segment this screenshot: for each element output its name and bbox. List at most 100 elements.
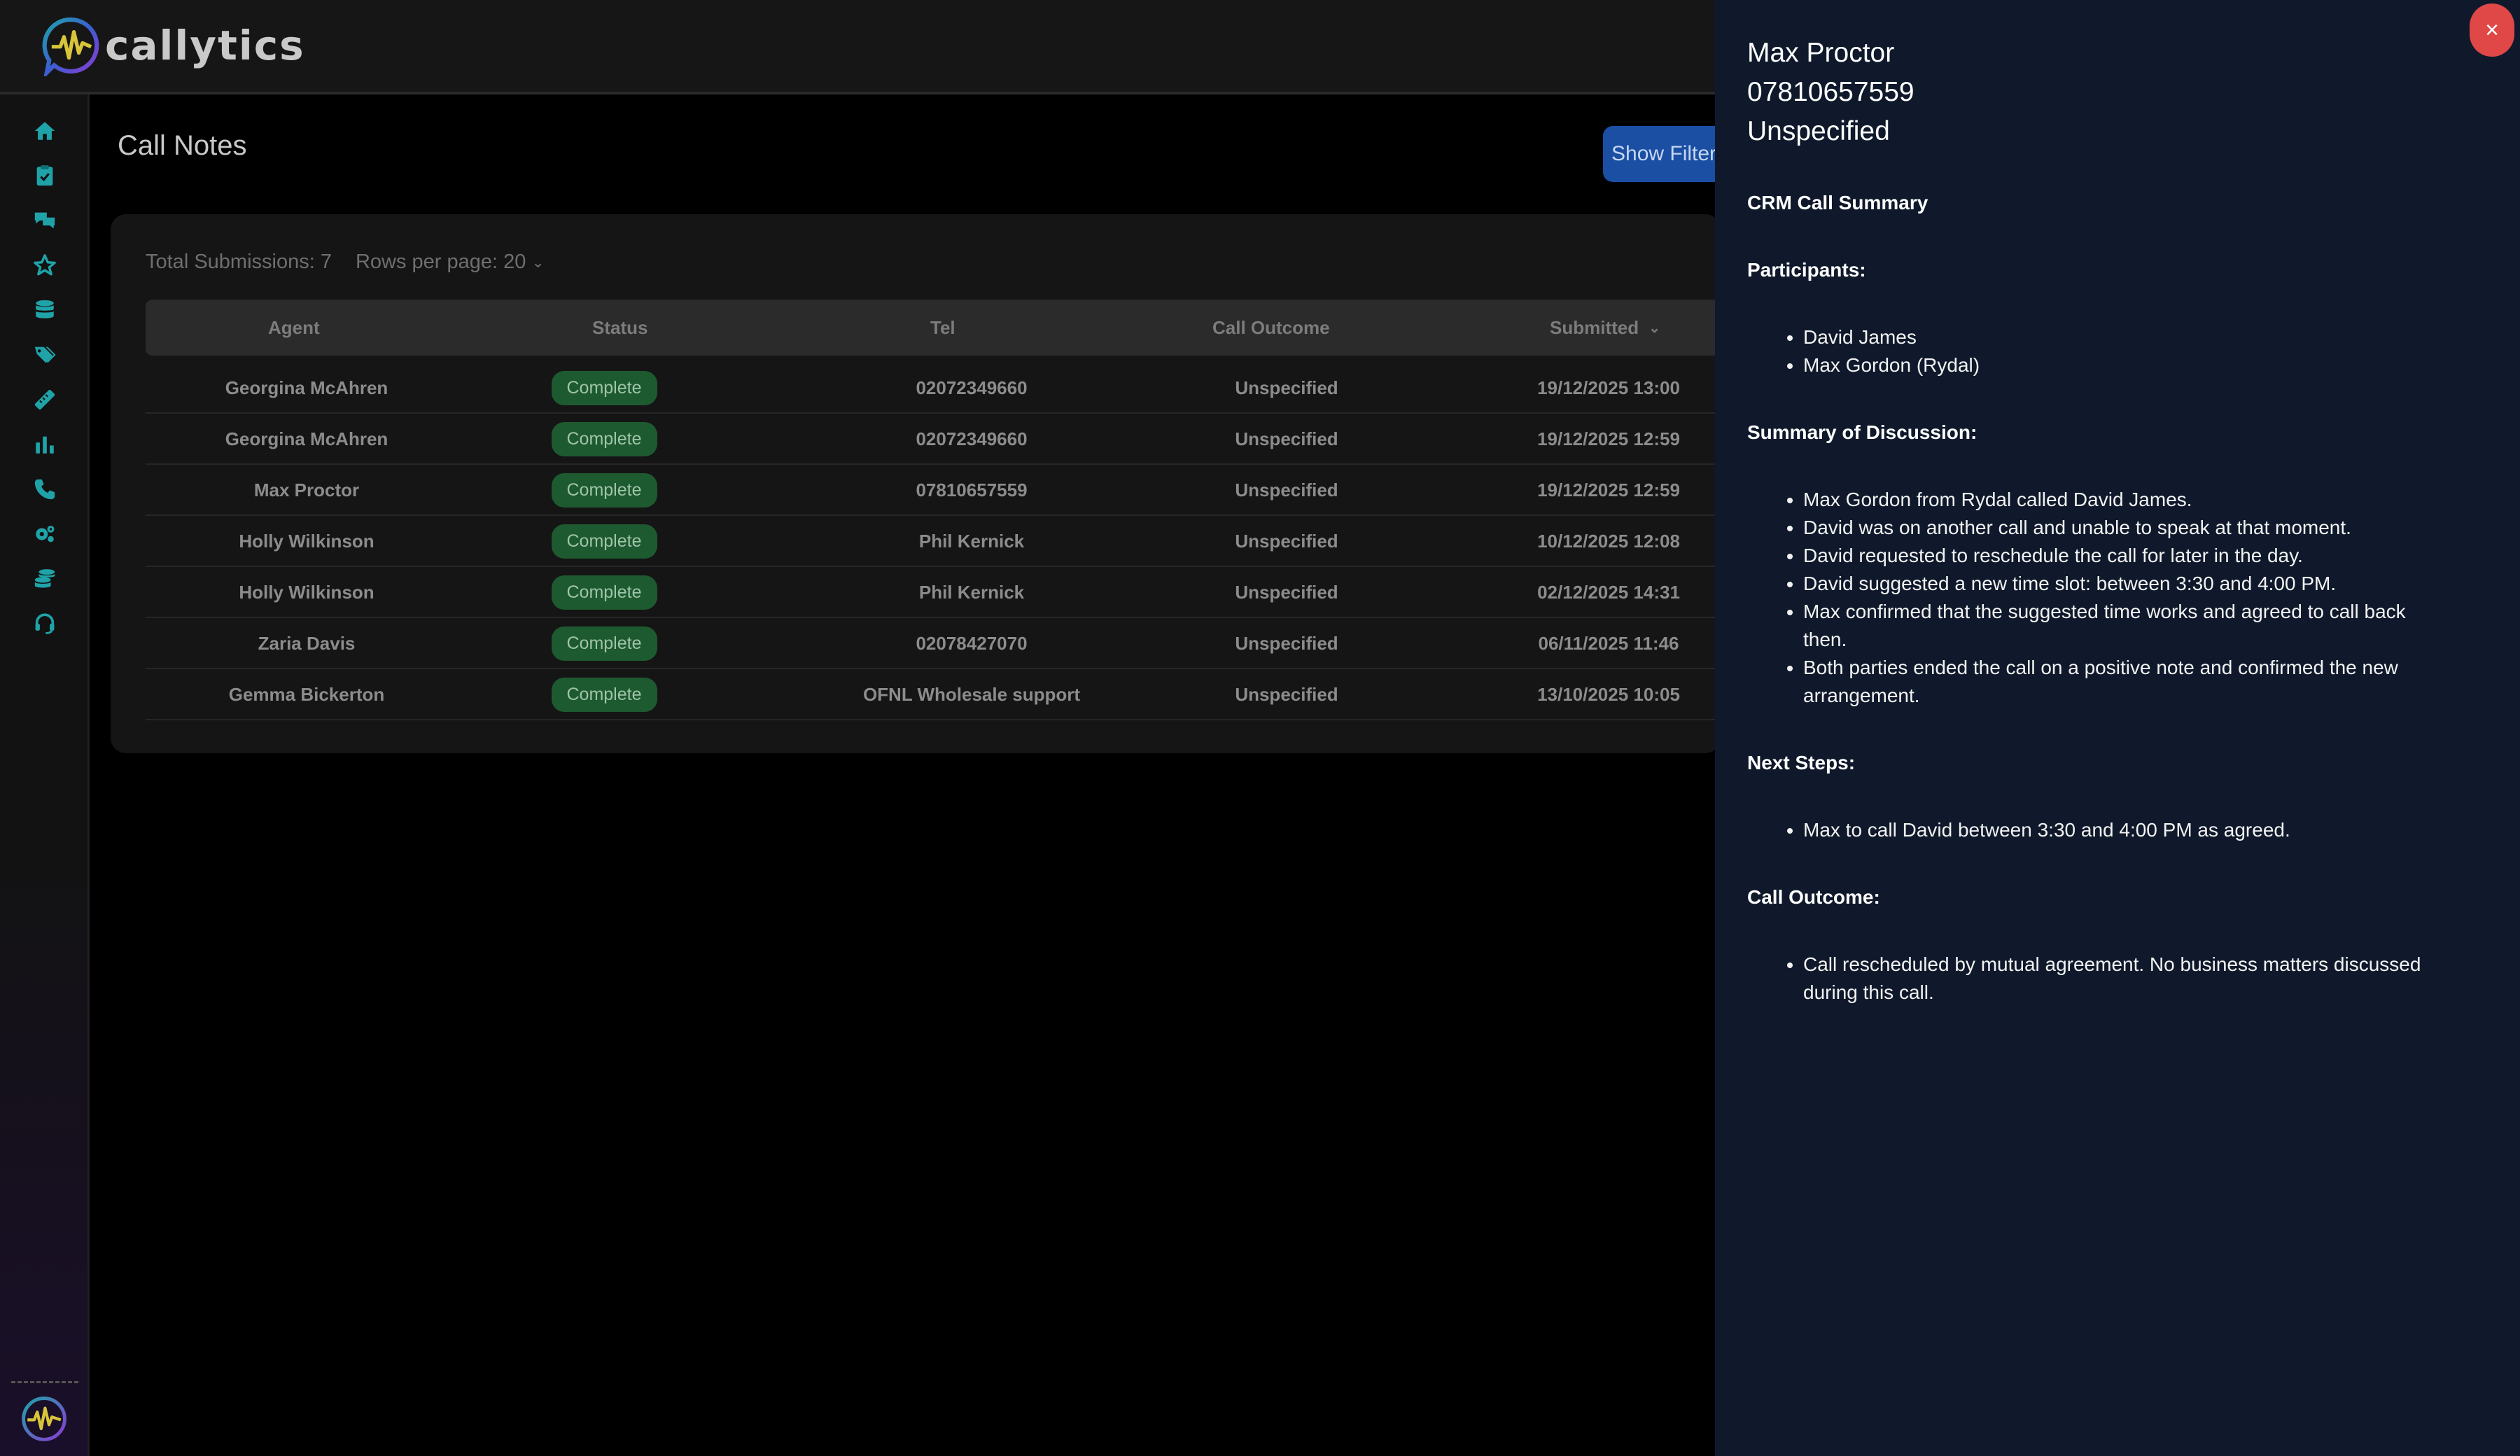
status-badge: Complete xyxy=(551,473,657,507)
table-row[interactable]: Georgina McAhren Complete 02072349660 Unspe… xyxy=(146,414,1721,465)
home-icon xyxy=(34,122,55,140)
sidebar-item-home[interactable] xyxy=(29,115,60,146)
cell-tel: Phil Kernick xyxy=(818,567,1126,618)
header-submitted[interactable]: Submitted ⌄ xyxy=(1550,300,1660,356)
table-row[interactable]: Holly Wilkinson Complete Phil Kernick Unspe… xyxy=(146,567,1721,618)
table-row[interactable]: Zaria Davis Complete 02078427070 Unspecifie… xyxy=(146,618,1721,669)
drawer-header: Max Proctor 07810657559 Unspecified xyxy=(1747,34,1914,151)
user-avatar-icon[interactable] xyxy=(20,1394,69,1443)
sidebar-item-reports[interactable] xyxy=(29,429,60,460)
logo-icon xyxy=(42,17,99,76)
ruler-icon xyxy=(34,389,55,410)
cell-tel: Phil Kernick xyxy=(818,516,1126,567)
cell-tel: 02072349660 xyxy=(818,414,1126,465)
discussion-list: Max Gordon from Rydal called David James… xyxy=(1747,486,2447,710)
sort-chevron-down-icon: ⌄ xyxy=(1648,320,1660,336)
cell-agent: Zaria Davis xyxy=(146,618,468,669)
list-item: Max confirmed that the suggested time wo… xyxy=(1803,598,2447,654)
sidebar-item-favourites[interactable] xyxy=(29,250,60,281)
header-call-outcome[interactable]: Call Outcome xyxy=(1212,300,1330,356)
sidebar-item-data[interactable] xyxy=(29,295,60,326)
sidebar-item-tags[interactable] xyxy=(29,340,60,370)
header-submitted-label: Submitted xyxy=(1550,316,1639,338)
cell-call-outcome: Unspecified xyxy=(1154,516,1420,567)
sidebar-item-support[interactable] xyxy=(29,608,60,639)
rows-per-page-select[interactable]: Rows per page: 20 ⌄ xyxy=(356,251,545,274)
cell-tel: 02078427070 xyxy=(818,618,1126,669)
cell-agent-text: Gemma Bickerton xyxy=(228,684,385,705)
sidebar-item-tasks[interactable] xyxy=(29,160,60,191)
header-status[interactable]: Status xyxy=(592,300,648,356)
drawer-contact-phone: 07810657559 xyxy=(1747,77,1914,107)
drawer-contact-outcome: Unspecified xyxy=(1747,116,1890,146)
summary-title: CRM Call Summary xyxy=(1747,192,1928,214)
cell-status: Complete xyxy=(538,465,671,516)
sidebar-item-conversations[interactable] xyxy=(29,205,60,236)
brand-logo[interactable]: callytics xyxy=(41,14,305,77)
rows-per-page-label: Rows per page: 20 xyxy=(355,251,526,273)
bar-chart-icon xyxy=(36,436,54,454)
cell-call-outcome-text: Unspecified xyxy=(1235,531,1338,552)
cell-tel-text: 02072349660 xyxy=(916,377,1028,398)
tag-icon xyxy=(34,346,56,363)
sidebar xyxy=(0,94,90,1456)
close-drawer-button[interactable]: × xyxy=(2470,4,2514,57)
cell-agent-text: Max Proctor xyxy=(253,479,360,500)
cell-tel-text: Phil Kernick xyxy=(918,531,1025,552)
participants-heading: Participants: xyxy=(1747,259,1866,281)
cell-call-outcome-text: Unspecified xyxy=(1235,633,1338,654)
drawer-summary: CRM Call Summary Participants: David Jam… xyxy=(1747,189,2447,1046)
list-item: David suggested a new time slot: between… xyxy=(1803,570,2447,598)
list-item: Max to call David between 3:30 and 4:00 … xyxy=(1803,816,2447,844)
chat-bubbles-icon xyxy=(34,212,55,229)
cell-call-outcome-text: Unspecified xyxy=(1235,684,1338,705)
table-row[interactable]: Max Proctor Complete 07810657559 Unspecifie… xyxy=(146,465,1721,516)
headset-icon xyxy=(35,613,55,634)
cell-submitted-text: 10/12/2025 12:08 xyxy=(1537,531,1680,552)
status-badge: Complete xyxy=(551,422,657,456)
status-badge: Complete xyxy=(551,626,657,661)
cell-tel-text: 02072349660 xyxy=(916,428,1028,449)
table-row[interactable]: Georgina McAhren Complete 02072349660 Unspe… xyxy=(146,363,1721,414)
drawer-contact-name: Max Proctor xyxy=(1747,38,1895,68)
cell-submitted-text: 13/10/2025 10:05 xyxy=(1537,684,1680,705)
status-badge: Complete xyxy=(551,575,657,610)
cell-submitted: 19/12/2025 12:59 xyxy=(1476,465,1742,516)
cell-call-outcome: Unspecified xyxy=(1154,414,1420,465)
cell-status: Complete xyxy=(538,669,671,720)
app-root: callytics Call Notes Show Filters Total … xyxy=(0,0,2520,1456)
cell-agent-text: Zaria Davis xyxy=(258,633,356,654)
sidebar-item-settings[interactable] xyxy=(29,519,60,550)
cell-agent-text: Georgina McAhren xyxy=(225,428,388,449)
cell-tel-text: 02078427070 xyxy=(916,633,1028,654)
table-row[interactable]: Gemma Bickerton Complete OFNL Wholesale su… xyxy=(146,669,1721,720)
cell-agent-text: Holly Wilkinson xyxy=(239,582,374,603)
sidebar-item-calls[interactable] xyxy=(29,474,60,505)
table-row[interactable]: Holly Wilkinson Complete Phil Kernick Unspe… xyxy=(146,516,1721,567)
header-agent[interactable]: Agent xyxy=(268,300,320,356)
list-item: David requested to reschedule the call f… xyxy=(1803,542,2447,570)
sidebar-item-measure[interactable] xyxy=(29,384,60,415)
cell-call-outcome-text: Unspecified xyxy=(1235,428,1338,449)
cell-submitted-text: 19/12/2025 13:00 xyxy=(1537,377,1680,398)
cell-call-outcome: Unspecified xyxy=(1154,618,1420,669)
cell-call-outcome: Unspecified xyxy=(1154,363,1420,414)
cell-call-outcome: Unspecified xyxy=(1154,567,1420,618)
cell-status: Complete xyxy=(538,567,671,618)
sidebar-divider xyxy=(11,1381,78,1383)
cell-agent-text: Holly Wilkinson xyxy=(239,531,374,552)
cell-call-outcome-text: Unspecified xyxy=(1235,582,1338,603)
cell-submitted-text: 06/11/2025 11:46 xyxy=(1538,633,1679,654)
header-tel[interactable]: Tel xyxy=(930,300,955,356)
call-outcome-heading: Call Outcome: xyxy=(1747,886,1880,908)
status-badge: Complete xyxy=(551,524,657,559)
list-item: Call rescheduled by mutual agreement. No… xyxy=(1803,951,2447,1007)
database-icon xyxy=(36,300,54,318)
call-outcome-list: Call rescheduled by mutual agreement. No… xyxy=(1747,951,2447,1007)
cell-submitted: 19/12/2025 13:00 xyxy=(1476,363,1742,414)
status-badge: Complete xyxy=(551,678,657,712)
next-steps-heading: Next Steps: xyxy=(1747,752,1856,774)
page-title: Call Notes xyxy=(118,130,247,161)
cell-submitted: 02/12/2025 14:31 xyxy=(1476,567,1742,618)
sidebar-item-billing[interactable] xyxy=(29,564,60,594)
